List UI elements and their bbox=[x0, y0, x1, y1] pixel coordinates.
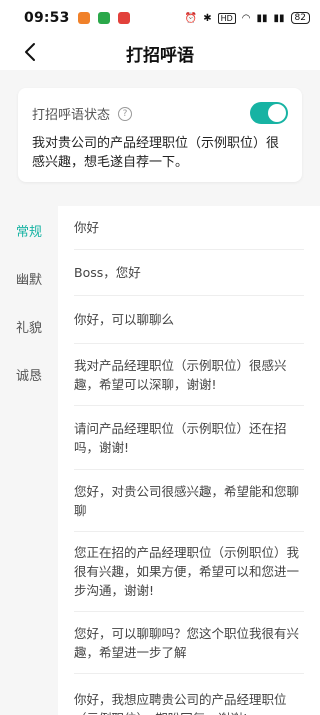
signal-icon: ▮▮ bbox=[256, 12, 268, 24]
category-tab-regular[interactable]: 常规 bbox=[0, 206, 58, 254]
page-title: 打招呼语 bbox=[126, 45, 194, 66]
back-arrow-icon[interactable] bbox=[20, 41, 42, 63]
toggle-knob bbox=[268, 104, 286, 122]
greeting-text: 您好，可以聊聊吗？您这个职位我很有兴趣，希望进一步了解 bbox=[74, 625, 300, 660]
greeting-list: 你好 Boss，您好 你好，可以聊聊么 我对产品经理职位（示例职位）很感兴趣，希… bbox=[58, 206, 320, 715]
battery-indicator: 82 bbox=[290, 12, 310, 24]
alarm-icon: ⏰ bbox=[184, 12, 198, 24]
greeting-text: 你好，可以聊聊么 bbox=[74, 312, 175, 327]
vibrate-icon: ✱ bbox=[203, 12, 212, 24]
greeting-text: 你好 bbox=[74, 220, 100, 235]
wifi-icon: ◠ bbox=[241, 12, 251, 24]
card-header: 打招呼语状态 ? bbox=[32, 104, 133, 123]
greeting-text: 我对产品经理职位（示例职位）很感兴趣，希望可以深聊，谢谢! bbox=[74, 357, 287, 392]
status-time: 09:53 bbox=[24, 10, 70, 26]
header: 打招呼语 bbox=[0, 36, 320, 70]
list-item[interactable]: 您好，可以聊聊吗？您这个职位我很有兴趣，希望进一步了解 bbox=[74, 612, 304, 674]
app-notification-icon bbox=[117, 12, 130, 24]
category-nav: 常规 幽默 礼貌 诚恳 bbox=[0, 206, 58, 398]
greeting-text: 你好，我想应聘贵公司的产品经理职位（示例职位），期盼回复，谢谢! bbox=[74, 691, 287, 715]
status-bar: 09:53 ⏰ ✱ HD ◠ ▮▮ ▮▮ 82 bbox=[0, 0, 320, 36]
list-item[interactable]: 你好，我想应聘贵公司的产品经理职位（示例职位），期盼回复，谢谢! bbox=[74, 674, 304, 715]
list-item[interactable]: 你好 bbox=[74, 206, 304, 250]
list-item[interactable]: 您正在招的产品经理职位（示例职位）我很有兴趣，如果方便，希望可以和您进一步沟通，… bbox=[74, 532, 304, 612]
category-tab-sincere[interactable]: 诚恳 bbox=[0, 350, 58, 398]
selected-greeting-text: 我对贵公司的产品经理职位（示例职位）很感兴趣，想毛遂自荐一下。 bbox=[32, 136, 280, 170]
greeting-status-toggle[interactable] bbox=[250, 102, 288, 124]
app-notification-icon bbox=[97, 12, 110, 24]
greeting-text: Boss，您好 bbox=[74, 265, 141, 280]
list-item[interactable]: 请问产品经理职位（示例职位）还在招吗，谢谢! bbox=[74, 406, 304, 470]
list-item[interactable]: 你好，可以聊聊么 bbox=[74, 296, 304, 344]
list-item[interactable]: 您好，对贵公司很感兴趣，希望能和您聊聊 bbox=[74, 470, 304, 532]
greeting-text: 您好，对贵公司很感兴趣，希望能和您聊聊 bbox=[74, 483, 300, 518]
status-right: ⏰ ✱ HD ◠ ▮▮ ▮▮ 82 bbox=[185, 12, 310, 24]
greeting-status-card: 打招呼语状态 ? 我对贵公司的产品经理职位（示例职位）很感兴趣，想毛遂自荐一下。 bbox=[18, 88, 302, 182]
status-left: 09:53 bbox=[24, 10, 130, 26]
list-item[interactable]: Boss，您好 bbox=[74, 250, 304, 296]
category-tab-humor[interactable]: 幽默 bbox=[0, 254, 58, 302]
network-label: HD bbox=[217, 12, 236, 24]
help-icon[interactable]: ? bbox=[118, 106, 133, 121]
category-tab-polite[interactable]: 礼貌 bbox=[0, 302, 58, 350]
list-item[interactable]: 我对产品经理职位（示例职位）很感兴趣，希望可以深聊，谢谢! bbox=[74, 344, 304, 406]
greeting-text: 请问产品经理职位（示例职位）还在招吗，谢谢! bbox=[74, 420, 287, 455]
app-notification-icon bbox=[77, 12, 90, 24]
greeting-status-label: 打招呼语状态 bbox=[32, 108, 111, 123]
greeting-text: 您正在招的产品经理职位（示例职位）我很有兴趣，如果方便，希望可以和您进一步沟通，… bbox=[74, 545, 300, 598]
signal-icon: ▮▮ bbox=[273, 12, 285, 24]
